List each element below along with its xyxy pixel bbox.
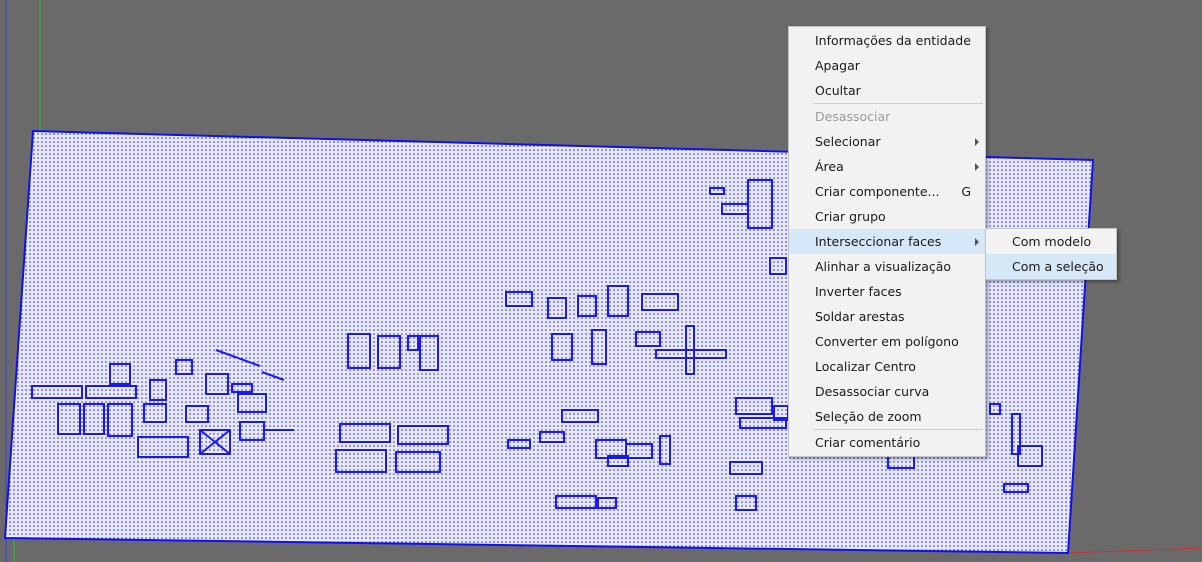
menu-item-hide[interactable]: Ocultar [789,78,985,103]
menu-item-entity-info[interactable]: Informações da entidade [789,28,985,53]
menu-item-create-comment[interactable]: Criar comentário [789,430,985,455]
submenu-arrow-icon [975,138,979,146]
menu-item-label: Localizar Centro [815,359,916,374]
submenu-arrow-icon [975,238,979,246]
menu-item-make-component[interactable]: Criar componente... G [789,179,985,204]
menu-item-label: Criar grupo [815,209,886,224]
submenu-arrow-icon [975,163,979,171]
menu-item-label: Com modelo [1012,234,1092,249]
menu-item-label: Ocultar [815,83,861,98]
context-menu: Informações da entidade Apagar Ocultar D… [788,26,986,457]
menu-item-align-view[interactable]: Alinhar a visualização [789,254,985,279]
menu-item-label: Criar componente... [815,184,940,199]
menu-item-label: Com a seleção [1012,259,1104,274]
intersect-faces-submenu: Com modelo Com a seleção [985,228,1117,280]
menu-item-label: Converter em polígono [815,334,959,349]
menu-item-reverse-faces[interactable]: Inverter faces [789,279,985,304]
menu-item-convert-to-polygon[interactable]: Converter em polígono [789,329,985,354]
menu-item-intersect-faces[interactable]: Interseccionar faces [789,229,985,254]
menu-item-find-center[interactable]: Localizar Centro [789,354,985,379]
menu-item-label: Seleção de zoom [815,409,922,424]
menu-item-label: Desassociar curva [815,384,930,399]
menu-item-label: Área [815,159,844,174]
menu-item-label: Selecionar [815,134,881,149]
model-viewport[interactable] [0,0,1202,562]
menu-item-label: Apagar [815,58,860,73]
menu-item-shortcut: G [961,184,971,199]
menu-item-label: Soldar arestas [815,309,905,324]
menu-item-zoom-selection[interactable]: Seleção de zoom [789,404,985,429]
menu-item-weld-edges[interactable]: Soldar arestas [789,304,985,329]
menu-item-erase[interactable]: Apagar [789,53,985,78]
menu-item-label: Alinhar a visualização [815,259,952,274]
submenu-item-with-selection[interactable]: Com a seleção [986,254,1116,279]
menu-item-select[interactable]: Selecionar [789,129,985,154]
menu-item-label: Desassociar [815,109,891,124]
drawing-canvas[interactable] [0,0,1202,562]
menu-item-label: Informações da entidade [815,33,971,48]
menu-item-make-group[interactable]: Criar grupo [789,204,985,229]
menu-item-unglue: Desassociar [789,104,985,129]
red-axis [1067,547,1202,554]
submenu-item-with-model[interactable]: Com modelo [986,229,1116,254]
menu-item-label: Inverter faces [815,284,902,299]
menu-item-label: Criar comentário [815,435,921,450]
menu-item-area[interactable]: Área [789,154,985,179]
menu-item-explode-curve[interactable]: Desassociar curva [789,379,985,404]
menu-item-label: Interseccionar faces [815,234,942,249]
